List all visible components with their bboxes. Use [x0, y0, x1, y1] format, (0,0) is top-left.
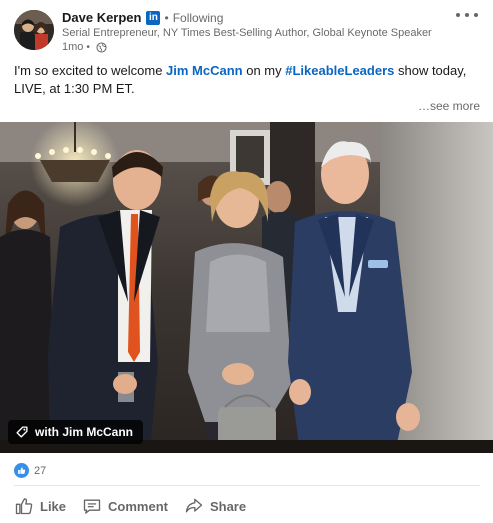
author-line: Dave Kerpen in • Following	[62, 10, 223, 25]
commentary-text: I'm so excited to welcome	[14, 63, 167, 78]
comment-icon	[83, 499, 101, 514]
author-headline: Serial Entrepreneur, NY Times Best-Selli…	[62, 27, 432, 39]
reaction-count-text: 27	[34, 464, 47, 477]
like-label: Like	[40, 498, 67, 514]
actions-divider	[14, 485, 480, 486]
photo-tag[interactable]: with Jim McCann	[8, 420, 144, 444]
post-meta: 1mo •	[62, 41, 107, 53]
thumbs-up-icon	[15, 498, 33, 515]
like-reaction-icon	[14, 463, 29, 478]
post-header: Dave Kerpen in • Following Serial Entrep…	[14, 8, 480, 54]
mention-link[interactable]: Jim McCann	[166, 63, 243, 78]
post-commentary: I'm so excited to welcome Jim McCann on …	[14, 62, 480, 98]
author-avatar[interactable]	[14, 10, 54, 50]
separator-dot: •	[86, 41, 90, 53]
hashtag-link[interactable]: #LikeableLeaders	[285, 63, 394, 78]
feed-post: Dave Kerpen in • Following Serial Entrep…	[0, 0, 493, 523]
share-button[interactable]: Share	[176, 490, 254, 522]
separator-dot: •	[164, 10, 169, 25]
more-options-button[interactable]	[456, 8, 478, 22]
post-photo[interactable]: with Jim McCann	[0, 122, 493, 453]
share-arrow-icon	[185, 498, 203, 513]
linkedin-icon: in	[146, 10, 161, 25]
see-more-button[interactable]: …see more	[418, 99, 480, 113]
more-dot-icon	[456, 13, 460, 17]
author-name[interactable]: Dave Kerpen	[62, 10, 141, 25]
globe-icon	[96, 41, 107, 53]
follow-status[interactable]: Following	[173, 11, 224, 25]
comment-button[interactable]: Comment	[74, 490, 176, 522]
social-actions-bar: Like Comment Share	[6, 490, 254, 522]
tag-icon	[16, 426, 28, 438]
more-dot-icon	[465, 13, 469, 17]
comment-label: Comment	[108, 498, 168, 514]
photo-tag-label: with Jim McCann	[35, 425, 134, 439]
share-label: Share	[209, 498, 247, 514]
more-dot-icon	[474, 13, 478, 17]
post-time[interactable]: 1mo	[62, 41, 83, 53]
like-button[interactable]: Like	[6, 490, 74, 522]
commentary-text: on my	[242, 63, 286, 78]
reactions-count[interactable]: 27	[14, 463, 46, 478]
